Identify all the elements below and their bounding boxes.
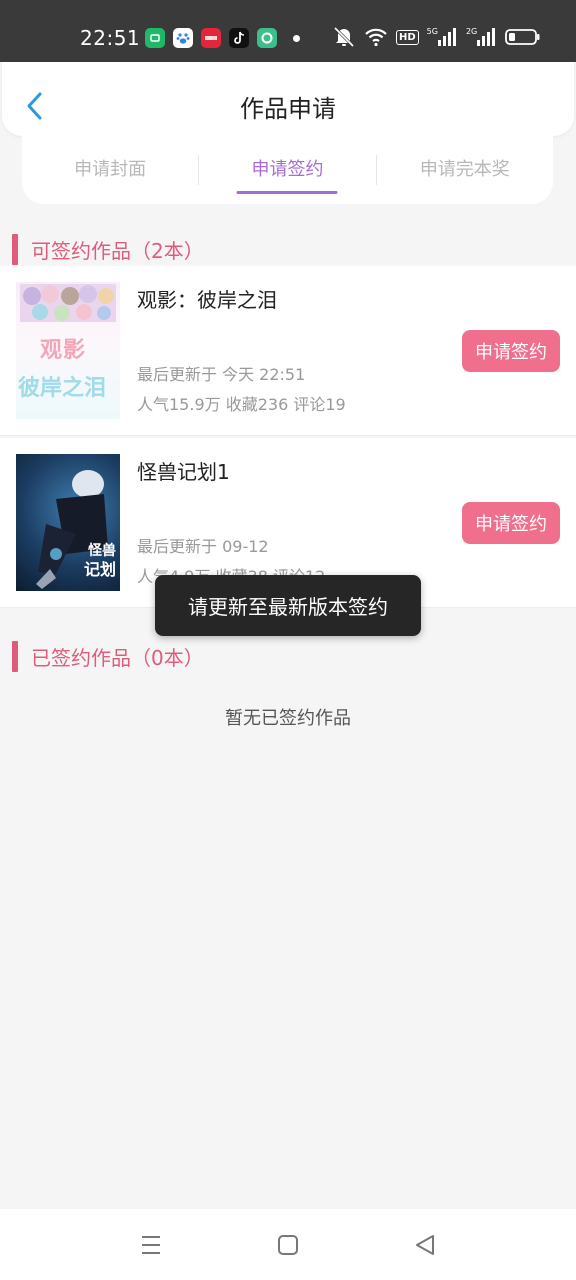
empty-state-text: 暂无已签约作品: [225, 708, 351, 729]
green-circle-app-icon: [257, 28, 277, 48]
work-title: 观影：彼岸之泪: [137, 288, 277, 312]
page-title: 作品申请: [240, 95, 336, 123]
signal-5g-icon: 5G: [427, 28, 458, 46]
section-accent-bar: [12, 641, 18, 672]
home-button[interactable]: [274, 1231, 302, 1259]
baidu-paw-icon: [173, 28, 193, 48]
section-title: 已签约作品（0本）: [31, 646, 204, 670]
battery-icon: [505, 29, 540, 45]
book-cover: 怪兽 记划: [16, 454, 120, 591]
cover-text: 记划: [84, 560, 117, 579]
work-title: 怪兽记划1: [137, 460, 230, 484]
notification-app-icons: [145, 28, 277, 48]
green-app-icon: [145, 28, 165, 48]
work-stats: 人气15.9万 收藏236 评论19: [137, 395, 346, 414]
app-header: 作品申请: [2, 62, 574, 136]
tiktok-icon: [229, 28, 249, 48]
recent-apps-button[interactable]: [137, 1231, 165, 1259]
status-time: 22:51: [80, 26, 141, 50]
signed-section-header: 已签约作品（0本）: [12, 641, 204, 672]
cover-text: 观影: [40, 338, 87, 363]
menu-icon: [142, 1236, 160, 1254]
wifi-icon: [365, 28, 387, 47]
section-title: 可签约作品（2本）: [31, 239, 204, 263]
apply-contract-button[interactable]: 申请签约: [462, 330, 560, 372]
square-home-icon: [278, 1235, 298, 1255]
hd-voice-icon: HD: [396, 29, 419, 45]
system-back-button[interactable]: [411, 1231, 439, 1259]
toast-message: 请更新至最新版本签约: [155, 575, 421, 636]
status-bar: 22:51 HD 5G 2G: [0, 0, 576, 62]
tab-apply-completion-award[interactable]: 申请完本奖: [377, 136, 553, 204]
signable-section-header: 可签约作品（2本）: [12, 234, 204, 265]
tab-apply-cover[interactable]: 申请封面: [22, 136, 198, 204]
work-item[interactable]: 观影 彼岸之泪 观影：彼岸之泪 最后更新于 今天 22:51 人气15.9万 收…: [0, 266, 576, 436]
cover-text: 彼岸之泪: [18, 376, 107, 401]
triangle-back-icon: [416, 1235, 434, 1255]
work-updated: 最后更新于 今天 22:51: [137, 365, 306, 384]
work-updated: 最后更新于 09-12: [137, 537, 269, 556]
system-icons: HD 5G 2G: [332, 26, 541, 48]
signal-2g-icon: 2G: [466, 28, 497, 46]
tab-bar: 申请封面 申请签约 申请完本奖: [22, 136, 553, 204]
section-accent-bar: [12, 234, 18, 265]
mute-vibrate-icon: [333, 26, 355, 48]
red-app-icon: [201, 28, 221, 48]
system-nav-bar: [0, 1209, 576, 1280]
notification-dot: [293, 35, 300, 42]
book-cover: 观影 彼岸之泪: [16, 282, 120, 419]
tab-apply-contract[interactable]: 申请签约: [199, 136, 375, 204]
apply-contract-button[interactable]: 申请签约: [462, 502, 560, 544]
